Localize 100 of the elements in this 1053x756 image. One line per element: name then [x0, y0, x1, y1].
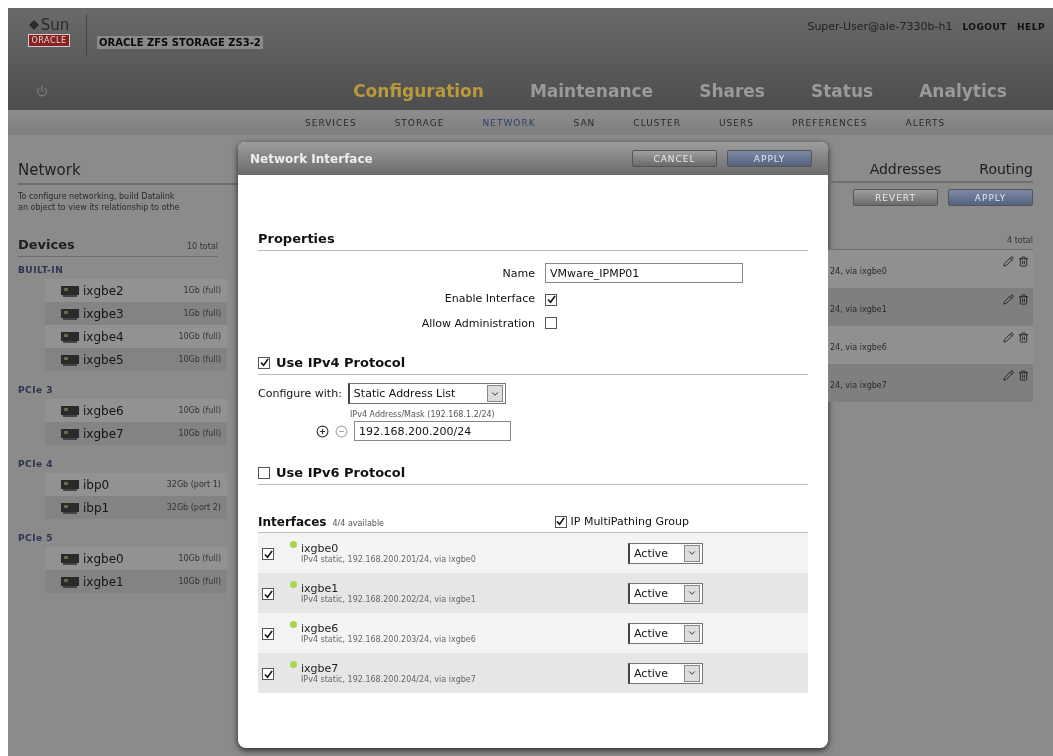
trash-icon[interactable] [1018, 294, 1029, 305]
panel-tab[interactable]: Routing [979, 161, 1033, 177]
dialog-button[interactable]: APPLY [727, 150, 812, 167]
edit-icon[interactable] [1003, 294, 1014, 305]
device-speed: 10Gb (full) [178, 406, 221, 415]
checkbox[interactable] [262, 628, 274, 640]
trash-icon[interactable] [1018, 332, 1029, 343]
field-label: Allow Administration [420, 317, 535, 330]
edit-icon[interactable] [1003, 370, 1014, 381]
sub-nav-tab[interactable]: ALERTS [905, 117, 946, 128]
sub-nav-tab[interactable]: SERVICES [305, 117, 357, 128]
network-card-icon [61, 575, 79, 588]
checkbox[interactable] [262, 668, 274, 680]
checkbox[interactable] [554, 515, 567, 528]
device-row[interactable]: ixgbe0 10Gb (full) [45, 547, 227, 570]
trash-icon[interactable] [1018, 256, 1029, 267]
sub-nav-tab[interactable]: STORAGE [394, 117, 445, 128]
field-label: Configure with: [258, 387, 342, 400]
device-name: ibp1 [83, 500, 111, 515]
device-speed: 1Gb (full) [183, 286, 221, 295]
header-link[interactable]: LOGOUT [962, 21, 1007, 32]
group-label: PCIe 3 [18, 385, 55, 395]
main-nav-tab[interactable]: Configuration [353, 81, 484, 102]
sub-nav-tab[interactable]: CLUSTER [633, 117, 681, 128]
main-nav-tab[interactable]: Maintenance [529, 81, 654, 102]
network-card-icon [61, 404, 79, 417]
device-row[interactable]: ibp0 32Gb (port 1) [45, 473, 227, 496]
main-nav-tab[interactable]: Shares [699, 81, 765, 102]
field-label: Name [501, 266, 535, 280]
panel-tab[interactable]: Addresses [869, 161, 942, 177]
address-text: 24, via ixgbe6 [830, 343, 888, 352]
device-speed: 32Gb (port 1) [166, 480, 221, 489]
address-field[interactable]: 192.168.200.200/24 [354, 421, 511, 441]
field-hint: IPv4 Address/Mask (192.168.1.2/24) [350, 410, 496, 419]
main-nav-tab[interactable]: Analytics [919, 81, 1007, 102]
main-nav-tab[interactable]: Status [811, 81, 874, 102]
dialog-button[interactable]: CANCEL [632, 150, 717, 167]
device-row[interactable]: ixgbe4 10Gb (full) [45, 325, 227, 348]
panel-button[interactable]: REVERT [853, 189, 938, 206]
device-count: 10 total [187, 242, 218, 251]
interface-name: ixgbe6 [301, 622, 339, 635]
checkbox[interactable] [258, 466, 270, 479]
group-label: BUILT-IN [18, 265, 65, 275]
interface-detail: IPv4 static, 192.168.200.202/24, via ixgbe1 [301, 595, 477, 604]
name-field[interactable]: VMware_IPMP01 [545, 263, 743, 283]
panel-button[interactable]: APPLY [948, 189, 1033, 206]
edit-icon[interactable] [1003, 256, 1014, 267]
caret-icon [684, 664, 700, 682]
sub-nav-tab[interactable]: NETWORK [482, 117, 536, 128]
device-speed: 10Gb (full) [178, 355, 221, 364]
checkbox[interactable] [545, 317, 557, 329]
device-name: ixgbe4 [83, 329, 125, 344]
device-row[interactable]: ixgbe5 10Gb (full) [45, 348, 227, 371]
description-text: To configure networking, build Datalink [18, 191, 176, 202]
checkbox[interactable] [258, 356, 270, 369]
caret-icon [684, 584, 700, 602]
section-title: Use IPv6 Protocol [276, 465, 406, 480]
sub-nav-tab[interactable]: SAN [573, 117, 596, 128]
checkbox[interactable] [262, 588, 274, 600]
device-name: ixgbe3 [83, 306, 125, 321]
checkbox[interactable] [262, 548, 274, 560]
interface-detail: IPv4 static, 192.168.200.201/24, via ixgbe0 [301, 555, 477, 564]
device-row[interactable]: ixgbe6 10Gb (full) [45, 399, 227, 422]
device-name: ixgbe1 [83, 574, 125, 589]
interface-count: 4/4 available [332, 519, 386, 528]
mode-dropdown[interactable]: Active [628, 542, 703, 564]
device-name: ixgbe0 [83, 551, 125, 566]
description-text: an object to view its relationship to othe [18, 202, 181, 213]
mode-dropdown[interactable]: Active [628, 662, 703, 684]
field-label: Enable Interface [443, 292, 535, 305]
mode-dropdown[interactable]: Active [628, 582, 703, 604]
interface-detail: IPv4 static, 192.168.200.204/24, via ixgbe7 [301, 675, 477, 684]
mode-dropdown[interactable]: Active [628, 622, 703, 644]
group-label: PCIe 5 [18, 533, 55, 543]
edit-icon[interactable] [1003, 332, 1014, 343]
network-card-icon [61, 284, 79, 297]
product-name: ORACLE ZFS STORAGE ZS3-2 [97, 36, 263, 49]
address-text: 24, via ixgbe7 [830, 381, 888, 390]
checkbox[interactable] [545, 293, 557, 306]
sub-nav-tab[interactable]: PREFERENCES [791, 117, 868, 128]
device-row[interactable]: ixgbe1 10Gb (full) [45, 570, 227, 593]
configure-dropdown[interactable]: Static Address List [347, 383, 506, 404]
device-speed: 10Gb (full) [178, 332, 221, 341]
add-icon[interactable] [316, 424, 329, 438]
checkbox-label: IP MultiPathing Group [570, 515, 689, 528]
status-dot [290, 661, 297, 668]
network-card-icon [61, 427, 79, 440]
header-link[interactable]: HELP [1017, 21, 1045, 32]
group-label: PCIe 4 [18, 459, 55, 469]
sub-nav-tab[interactable]: USERS [718, 117, 754, 128]
device-name: ixgbe7 [83, 426, 125, 441]
user-name: Super-User@aie-7330b-h1 [807, 20, 953, 33]
interface-name: ixgbe7 [301, 662, 339, 675]
device-row[interactable]: ixgbe7 10Gb (full) [45, 422, 227, 445]
device-row[interactable]: ixgbe3 1Gb (full) [45, 302, 227, 325]
device-row[interactable]: ixgbe2 1Gb (full) [45, 279, 227, 302]
trash-icon[interactable] [1018, 370, 1029, 381]
device-row[interactable]: ibp1 32Gb (port 2) [45, 496, 227, 519]
page-title: Network [18, 161, 82, 179]
device-speed: 10Gb (full) [178, 429, 221, 438]
